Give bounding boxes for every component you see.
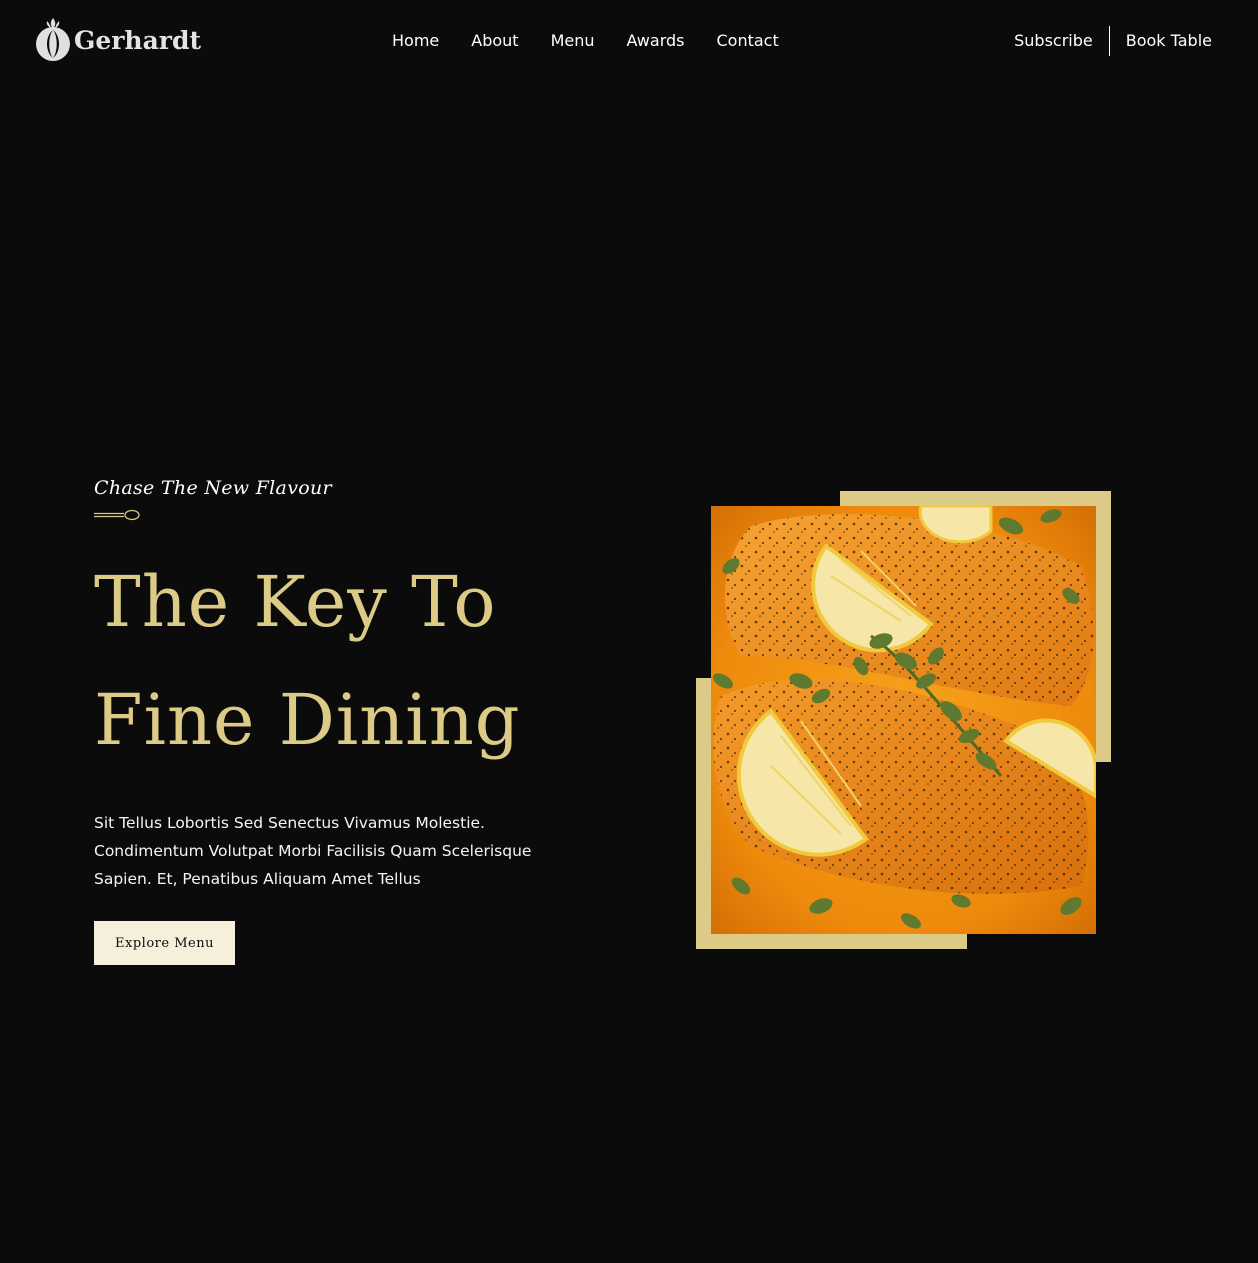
logo-text: Gerhardt — [74, 25, 202, 55]
subscribe-link[interactable]: Subscribe — [1014, 26, 1093, 56]
header-divider — [1108, 26, 1110, 56]
book-table-link[interactable]: Book Table — [1126, 26, 1212, 56]
logo[interactable]: Gerhardt — [34, 16, 201, 62]
header-actions: Subscribe Book Table — [1014, 26, 1212, 56]
hero-title-line-1: The Key To — [94, 561, 497, 643]
hero-title: The Key To Fine Dining — [94, 543, 594, 779]
hero-text: Chase The New Flavour The Key To Fine Di… — [94, 472, 594, 893]
hero-tagline: Chase The New Flavour — [94, 477, 332, 499]
salmon-dish-image — [711, 506, 1096, 934]
site-header: Gerhardt Home About Menu Awards Contact … — [0, 0, 1258, 82]
gerhardt-logo-icon — [36, 18, 70, 61]
hero-description: Sit Tellus Lobortis Sed Senectus Vivamus… — [94, 814, 532, 888]
nav-item-awards[interactable]: Awards — [627, 28, 685, 54]
nav-item-menu[interactable]: Menu — [551, 28, 595, 54]
hero-food-image — [711, 506, 1096, 934]
main-nav: Home About Menu Awards Contact — [392, 28, 779, 54]
explore-menu-button[interactable]: Explore Menu — [94, 921, 235, 965]
nav-item-about[interactable]: About — [471, 28, 518, 54]
hero-title-line-2: Fine Dining — [94, 679, 521, 761]
nav-item-contact[interactable]: Contact — [716, 28, 778, 54]
nav-item-home[interactable]: Home — [392, 28, 439, 54]
spoon-icon — [94, 509, 140, 521]
